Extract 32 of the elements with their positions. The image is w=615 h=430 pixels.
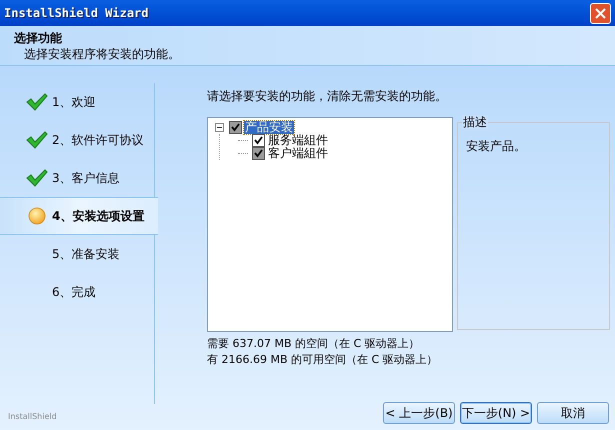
checkbox[interactable] [252, 147, 265, 160]
tree-item[interactable]: 产品安装 [244, 121, 294, 134]
step-label: 3、客户信息 [52, 170, 120, 187]
minus-icon [217, 125, 222, 130]
tree-item[interactable]: 客户端組件 [267, 147, 329, 160]
tick-icon [231, 123, 240, 132]
brand-label: InstallShield [8, 411, 57, 423]
checkbox[interactable] [229, 121, 242, 134]
checkbox[interactable] [252, 134, 265, 147]
collapse-toggle[interactable] [215, 123, 224, 132]
window-title: InstallShield Wizard [4, 5, 148, 22]
wizard-button[interactable]: 下一步(N) > [460, 402, 532, 424]
close-icon [595, 8, 606, 18]
tick-icon [254, 149, 263, 158]
wizard-button[interactable]: < 上一步(B) [383, 402, 455, 424]
step-label: 4、安装选项设置 [52, 208, 144, 225]
header-title: 选择功能 [14, 30, 63, 44]
wizard-button[interactable]: 取消 [537, 402, 609, 424]
step-label: 5、准备安装 [52, 246, 120, 263]
step-label: 1、欢迎 [52, 94, 96, 111]
step-label: 2、软件许可协议 [52, 132, 144, 149]
group-title: 描述 [462, 115, 488, 129]
instruction-text: 请选择要安装的功能，清除无需安装的功能。 [207, 89, 448, 103]
tree-item[interactable]: 服务端組件 [267, 134, 329, 147]
disk-space-text: 有 2166.69 MB 的可用空间（在 C 驱动器上） [207, 352, 439, 368]
step-label: 6、完成 [52, 284, 96, 301]
close-button[interactable] [590, 2, 611, 24]
disk-space-text: 需要 637.07 MB 的空间（在 C 驱动器上） [207, 336, 421, 352]
description-text: 安装产品。 [466, 139, 526, 153]
tick-icon [254, 136, 263, 145]
header-subtitle: 选择安装程序将安装的功能。 [23, 46, 181, 60]
feature-tree[interactable]: 产品安装 服务端組件 客户端組件 [207, 117, 453, 332]
